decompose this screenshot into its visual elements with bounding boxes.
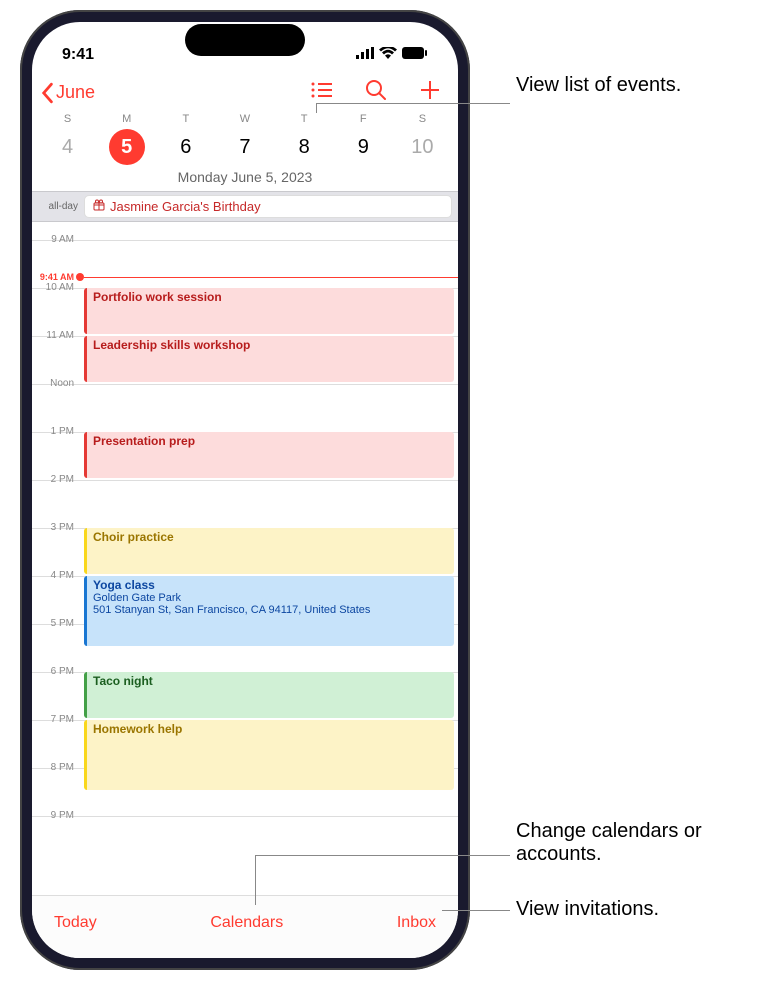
week-row: S4 M5 T6 W7 T8 F9 S10 bbox=[32, 113, 458, 165]
hour-9pm: 9 PM bbox=[32, 810, 80, 821]
header: June bbox=[32, 72, 458, 113]
hour-6pm: 6 PM bbox=[32, 666, 80, 677]
day-col-wed[interactable]: W7 bbox=[215, 113, 274, 165]
today-button[interactable]: Today bbox=[54, 914, 97, 932]
signal-icon bbox=[356, 46, 374, 64]
schedule[interactable]: 9 AM 10 AM 11 AM Noon 1 PM 2 PM 3 PM 4 P… bbox=[32, 222, 458, 895]
status-time: 9:41 bbox=[62, 46, 94, 64]
back-label: June bbox=[56, 82, 95, 103]
allday-event[interactable]: Jasmine Garcia's Birthday bbox=[84, 195, 452, 218]
day-col-tue[interactable]: T6 bbox=[156, 113, 215, 165]
now-bar bbox=[84, 277, 458, 278]
hour-1pm: 1 PM bbox=[32, 426, 80, 437]
callout-list: View list of events. bbox=[516, 74, 681, 97]
now-label: 9:41 AM bbox=[32, 272, 76, 282]
event-portfolio[interactable]: Portfolio work session bbox=[84, 288, 454, 334]
now-dot bbox=[76, 273, 84, 281]
notch bbox=[185, 24, 305, 56]
wifi-icon bbox=[379, 46, 397, 64]
allday-event-title: Jasmine Garcia's Birthday bbox=[110, 199, 261, 214]
battery-icon bbox=[402, 46, 428, 64]
allday-row: all-day Jasmine Garcia's Birthday bbox=[32, 191, 458, 222]
event-leadership[interactable]: Leadership skills workshop bbox=[84, 336, 454, 382]
hour-7pm: 7 PM bbox=[32, 714, 80, 725]
callout-line-inbox-h bbox=[442, 910, 510, 911]
hour-9am: 9 AM bbox=[32, 234, 80, 245]
callout-inbox: View invitations. bbox=[516, 898, 659, 921]
allday-label: all-day bbox=[38, 201, 78, 212]
gift-icon bbox=[93, 199, 105, 214]
time-grid: 9 AM 10 AM 11 AM Noon 1 PM 2 PM 3 PM 4 P… bbox=[32, 222, 458, 864]
event-taco[interactable]: Taco night bbox=[84, 672, 454, 718]
inbox-button[interactable]: Inbox bbox=[397, 914, 436, 932]
callout-line-list-v bbox=[316, 103, 317, 113]
callout-line-cal-v bbox=[255, 855, 256, 905]
hour-11am: 11 AM bbox=[32, 330, 80, 341]
event-choir[interactable]: Choir practice bbox=[84, 528, 454, 574]
hour-8pm: 8 PM bbox=[32, 762, 80, 773]
day-col-mon[interactable]: M5 bbox=[97, 113, 156, 165]
hour-10am: 10 AM bbox=[32, 282, 80, 293]
callout-line-cal-h bbox=[255, 855, 510, 856]
callout-calendars: Change calendars or accounts. bbox=[516, 820, 774, 866]
event-yoga[interactable]: Yoga class Golden Gate Park 501 Stanyan … bbox=[84, 576, 454, 646]
day-col-fri[interactable]: F9 bbox=[334, 113, 393, 165]
phone-frame: 9:41 June S4 M5 T6 W7 T8 F9 bbox=[20, 10, 470, 970]
phone-screen: 9:41 June S4 M5 T6 W7 T8 F9 bbox=[32, 22, 458, 958]
day-col-thu[interactable]: T8 bbox=[275, 113, 334, 165]
hour-2pm: 2 PM bbox=[32, 474, 80, 485]
callout-line-list-h bbox=[316, 103, 510, 104]
bottom-bar: Today Calendars Inbox bbox=[32, 895, 458, 958]
status-right bbox=[356, 46, 428, 64]
hour-5pm: 5 PM bbox=[32, 618, 80, 629]
event-presentation[interactable]: Presentation prep bbox=[84, 432, 454, 478]
event-homework[interactable]: Homework help bbox=[84, 720, 454, 790]
now-line: 9:41 AM bbox=[32, 272, 458, 282]
day-col-sun[interactable]: S4 bbox=[38, 113, 97, 165]
hour-noon: Noon bbox=[32, 378, 80, 389]
day-col-sat[interactable]: S10 bbox=[393, 113, 452, 165]
chevron-left-icon bbox=[40, 82, 54, 104]
back-button[interactable]: June bbox=[40, 82, 95, 104]
hour-4pm: 4 PM bbox=[32, 570, 80, 581]
hour-3pm: 3 PM bbox=[32, 522, 80, 533]
calendars-button[interactable]: Calendars bbox=[210, 914, 283, 932]
date-label: Monday June 5, 2023 bbox=[32, 165, 458, 191]
